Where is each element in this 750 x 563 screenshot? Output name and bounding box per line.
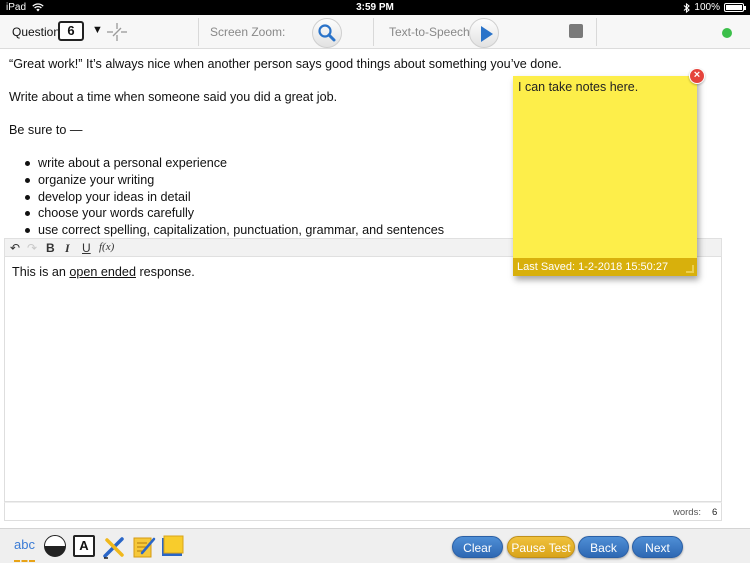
bold-button[interactable]: B	[46, 241, 55, 255]
response-text-part: response.	[135, 265, 195, 279]
response-text-area[interactable]: This is an open ended response.	[4, 257, 722, 502]
screen-zoom-label: Screen Zoom:	[210, 25, 286, 39]
test-toolbar: Question 6 ▼ Screen Zoom: Text-to-Speech	[0, 15, 750, 49]
screen-zoom-button[interactable]	[312, 18, 342, 48]
text-to-speech-play-button[interactable]	[469, 18, 499, 48]
contrast-icon[interactable]	[44, 535, 66, 557]
question-dropdown-icon[interactable]: ▼	[92, 24, 103, 36]
word-count-bar: words: 6	[4, 502, 722, 521]
word-count-label: words:	[673, 507, 701, 518]
sticky-note-last-saved: Last Saved: 1-2-2018 15:50:27	[513, 258, 697, 276]
bluetooth-icon	[684, 2, 691, 13]
underline-button[interactable]: U	[82, 241, 91, 255]
stop-icon[interactable]	[569, 24, 583, 38]
spellcheck-icon[interactable]: abc	[14, 538, 35, 562]
toolbar-divider	[596, 18, 597, 46]
battery-percent: 100%	[694, 2, 720, 13]
response-text-underlined: open ended	[69, 265, 136, 279]
word-count-value: 6	[712, 507, 718, 518]
response-text-part: This is an	[12, 265, 70, 279]
italic-button[interactable]: I	[65, 241, 70, 256]
text-to-speech-label: Text-to-Speech	[389, 25, 470, 39]
test-screen: iPad 3:59 PM 100% Question 6 ▼ Screen Zo…	[0, 0, 750, 563]
connection-status-indicator	[722, 28, 732, 38]
font-size-icon[interactable]: A	[73, 535, 95, 557]
back-button[interactable]: Back	[578, 536, 629, 558]
clock: 3:59 PM	[356, 2, 394, 13]
question-label: Question	[12, 25, 61, 39]
clear-button[interactable]: Clear	[452, 536, 503, 558]
next-button[interactable]: Next	[632, 536, 683, 558]
highlighter-icon[interactable]	[102, 535, 126, 559]
mark-for-review-icon[interactable]	[106, 22, 128, 42]
close-icon[interactable]: ×	[689, 68, 705, 84]
question-number[interactable]: 6	[58, 21, 84, 41]
redo-icon[interactable]: ↷	[27, 241, 37, 255]
toolbar-divider	[373, 18, 374, 46]
notepad-icon[interactable]	[132, 535, 156, 559]
ios-status-bar: iPad 3:59 PM 100%	[0, 0, 750, 15]
play-icon	[481, 26, 493, 42]
sticky-note-icon[interactable]	[161, 535, 185, 559]
formula-button[interactable]: f(x)	[99, 241, 114, 253]
bottom-toolbar: abc A Clear Pause Test Back Next	[0, 528, 750, 563]
toolbar-divider	[198, 18, 199, 46]
sticky-note[interactable]: I can take notes here. Last Saved: 1-2-2…	[513, 76, 697, 276]
resize-handle-icon[interactable]	[686, 265, 694, 273]
response-text: This is an open ended response.	[12, 265, 195, 279]
prompt-intro: “Great work!” It’s always nice when anot…	[9, 57, 562, 71]
undo-icon[interactable]: ↶	[10, 241, 20, 255]
pause-test-button[interactable]: Pause Test	[507, 536, 575, 558]
sticky-note-text[interactable]: I can take notes here.	[518, 80, 638, 94]
battery-icon	[724, 3, 746, 12]
magnifier-icon	[318, 24, 336, 42]
battery-fill	[726, 5, 742, 10]
